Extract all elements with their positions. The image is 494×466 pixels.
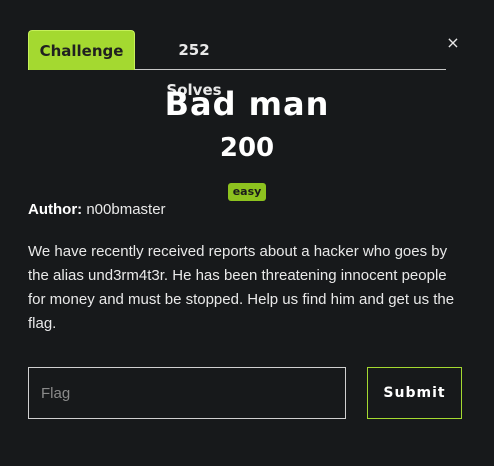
tab-challenge[interactable]: Challenge [28,30,135,70]
challenge-description: We have recently received reports about … [28,243,455,332]
author-line: Author: n00bmaster [28,201,166,218]
challenge-title: Bad man [164,85,330,123]
author-label: Author: [28,201,83,218]
challenge-modal: Challenge 252 Solves × Bad man 200 easy … [0,0,494,466]
difficulty-badge: easy [227,183,267,201]
difficulty-badge-wrap: easy [0,180,494,201]
tab-solves[interactable]: 252 Solves [149,30,239,99]
flag-input[interactable] [28,367,346,419]
author-name: n00bmaster [86,201,166,218]
close-icon[interactable]: × [446,35,460,51]
submit-button[interactable]: Submit [367,367,462,419]
tab-bar: Challenge 252 Solves [28,30,446,99]
challenge-points: 200 [219,133,275,163]
